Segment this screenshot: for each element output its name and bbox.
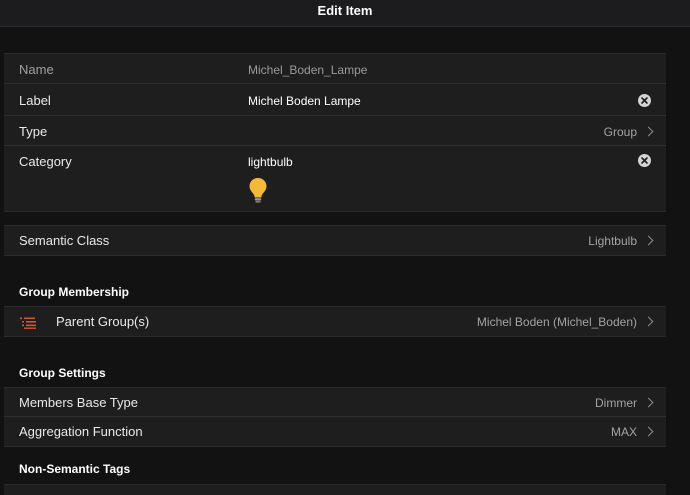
type-label: Type (19, 124, 48, 139)
name-value: Michel_Boden_Lampe (248, 63, 368, 77)
semantic-class-card[interactable]: Semantic Class Lightbulb (4, 225, 666, 256)
title-bar: Edit Item (0, 0, 690, 27)
item-details-card: Name Michel_Boden_Lampe Label Michel Bod… (4, 53, 666, 212)
chevron-right-icon (643, 316, 654, 327)
chevron-right-icon (643, 426, 654, 437)
clear-label-icon[interactable] (638, 94, 651, 107)
label-input[interactable]: Michel Boden Lampe (248, 94, 361, 108)
parent-groups-value: Michel Boden (Michel_Boden) (476, 315, 637, 329)
group-membership-title: Group Membership (19, 285, 130, 299)
chevron-right-icon (643, 235, 654, 246)
members-base-type-value: Dimmer (595, 396, 637, 410)
clear-category-icon[interactable] (638, 154, 651, 167)
type-value: Group (603, 125, 637, 139)
aggregation-function-value: MAX (610, 425, 637, 439)
group-settings-title: Group Settings (19, 366, 106, 380)
group-settings-card: Members Base Type Dimmer Aggregation Fun… (4, 387, 666, 447)
lightbulb-icon (248, 177, 268, 210)
tags-card (4, 484, 666, 495)
category-row[interactable]: Category lightbulb (4, 146, 666, 210)
aggregation-function-label: Aggregation Function (19, 424, 143, 439)
label-row[interactable]: Label Michel Boden Lampe (4, 84, 666, 116)
page-title: Edit Item (317, 3, 373, 18)
parent-groups-label: Parent Group(s) (56, 314, 150, 329)
non-semantic-tags-title: Non-Semantic Tags (19, 462, 131, 476)
name-row: Name Michel_Boden_Lampe (4, 54, 666, 84)
category-label: Category (19, 154, 72, 169)
members-base-type-label: Members Base Type (19, 395, 138, 410)
semantic-class-label: Semantic Class (19, 233, 110, 248)
list-icon (20, 316, 37, 334)
label-label: Label (19, 93, 51, 108)
parent-groups-card[interactable]: Parent Group(s) Michel Boden (Michel_Bod… (4, 306, 666, 337)
name-label: Name (19, 62, 54, 77)
type-row[interactable]: Type Group (4, 116, 666, 146)
aggregation-function-row[interactable]: Aggregation Function MAX (4, 417, 666, 446)
semantic-class-value: Lightbulb (588, 234, 637, 248)
members-base-type-row[interactable]: Members Base Type Dimmer (4, 388, 666, 417)
chevron-right-icon (643, 126, 654, 137)
category-input[interactable]: lightbulb (248, 155, 293, 169)
chevron-right-icon (643, 397, 654, 408)
